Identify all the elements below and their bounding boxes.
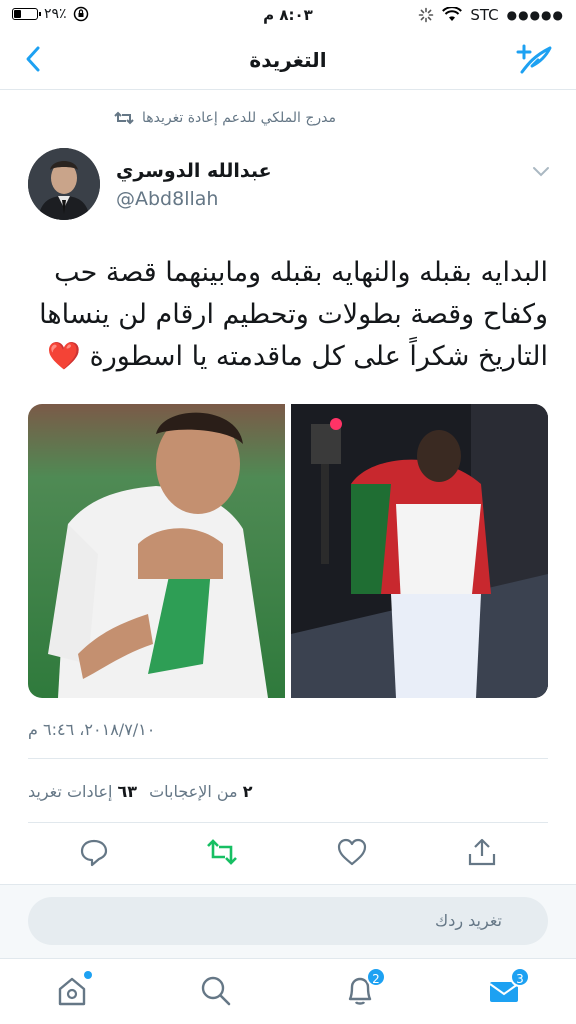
reply-icon[interactable] bbox=[78, 836, 110, 868]
like-icon[interactable] bbox=[336, 836, 368, 868]
signal-icon: ●●●●● bbox=[506, 8, 564, 22]
page-title: التغريدة bbox=[249, 48, 327, 72]
divider bbox=[28, 822, 548, 823]
divider bbox=[28, 758, 548, 759]
author-name[interactable]: عبدالله الدوسري bbox=[116, 160, 272, 182]
loading-icon bbox=[419, 7, 434, 23]
carrier-name: STC bbox=[470, 6, 499, 24]
tweet-line-last: التاريخ شكراً على كل ماقدمته يا اسطورة ❤… bbox=[28, 336, 548, 378]
tab-search[interactable] bbox=[198, 973, 234, 1009]
tweet-author: عبدالله الدوسري @Abd8llah bbox=[0, 148, 576, 228]
share-icon[interactable] bbox=[466, 836, 498, 868]
retweet-context[interactable]: مدرج الملكي للدعم إعادة تغريدها bbox=[114, 110, 336, 126]
tweet-media bbox=[28, 404, 548, 698]
avatar[interactable] bbox=[28, 148, 100, 220]
compose-tweet-icon[interactable] bbox=[516, 42, 556, 78]
tweet-line: التاريخ شكراً على كل ماقدمته يا اسطورة bbox=[89, 341, 548, 372]
media-photo-left[interactable] bbox=[28, 404, 285, 698]
media-photo-right[interactable] bbox=[291, 404, 548, 698]
tab-home[interactable] bbox=[54, 971, 92, 1009]
retweet-icon[interactable] bbox=[206, 836, 238, 868]
heart-emoji: ❤️ bbox=[47, 341, 82, 372]
likes-stat[interactable]: ٢ من الإعجابات bbox=[149, 782, 252, 801]
likes-label: من الإعجابات bbox=[149, 782, 238, 801]
search-icon bbox=[201, 976, 231, 1006]
tweet-stats: ٢ من الإعجابات ٦٣ إعادات تغريد bbox=[28, 782, 252, 801]
retweets-stat[interactable]: ٦٣ إعادات تغريد bbox=[28, 782, 137, 801]
likes-count: ٢ bbox=[242, 782, 253, 801]
nav-bar: التغريدة bbox=[0, 30, 576, 90]
author-handle[interactable]: @Abd8llah bbox=[116, 188, 218, 210]
tab-notifications[interactable]: 2 bbox=[342, 967, 386, 1009]
tweet-timestamp: ٢٠١٨/٧/١٠، ٦:٤٦ م bbox=[28, 720, 156, 739]
status-right: STC ●●●●● bbox=[418, 6, 564, 24]
wifi-icon bbox=[442, 7, 463, 21]
chevron-down-icon[interactable] bbox=[532, 166, 550, 178]
tweet-line: وكفاح وقصة بطولات وتحطيم ارقام لن ينساها bbox=[39, 299, 548, 330]
tab-bar: 2 3 bbox=[0, 958, 576, 1024]
notifications-badge: 2 bbox=[366, 967, 386, 987]
tweet-actions bbox=[0, 828, 576, 876]
home-icon bbox=[58, 977, 86, 1006]
retweets-count: ٦٣ bbox=[117, 782, 138, 801]
retweets-label: إعادات تغريد bbox=[28, 782, 113, 801]
tweet-line: البدايه بقبله والنهايه بقبله ومابينهما ق… bbox=[54, 257, 548, 288]
messages-badge: 3 bbox=[510, 967, 530, 987]
retweet-context-label: مدرج الملكي للدعم إعادة تغريدها bbox=[142, 110, 336, 126]
reply-input[interactable]: تغريد ردك bbox=[28, 897, 548, 945]
status-bar: ٢٩٪ ٨:٠٣ م STC ●●●●● bbox=[0, 0, 576, 30]
retweet-small-icon bbox=[114, 111, 134, 125]
home-unread-dot bbox=[84, 971, 92, 979]
tweet-text: البدايه بقبله والنهايه بقبله ومابينهما ق… bbox=[28, 252, 548, 378]
tab-messages[interactable]: 3 bbox=[486, 967, 530, 1009]
reply-area: تغريد ردك bbox=[0, 884, 576, 958]
